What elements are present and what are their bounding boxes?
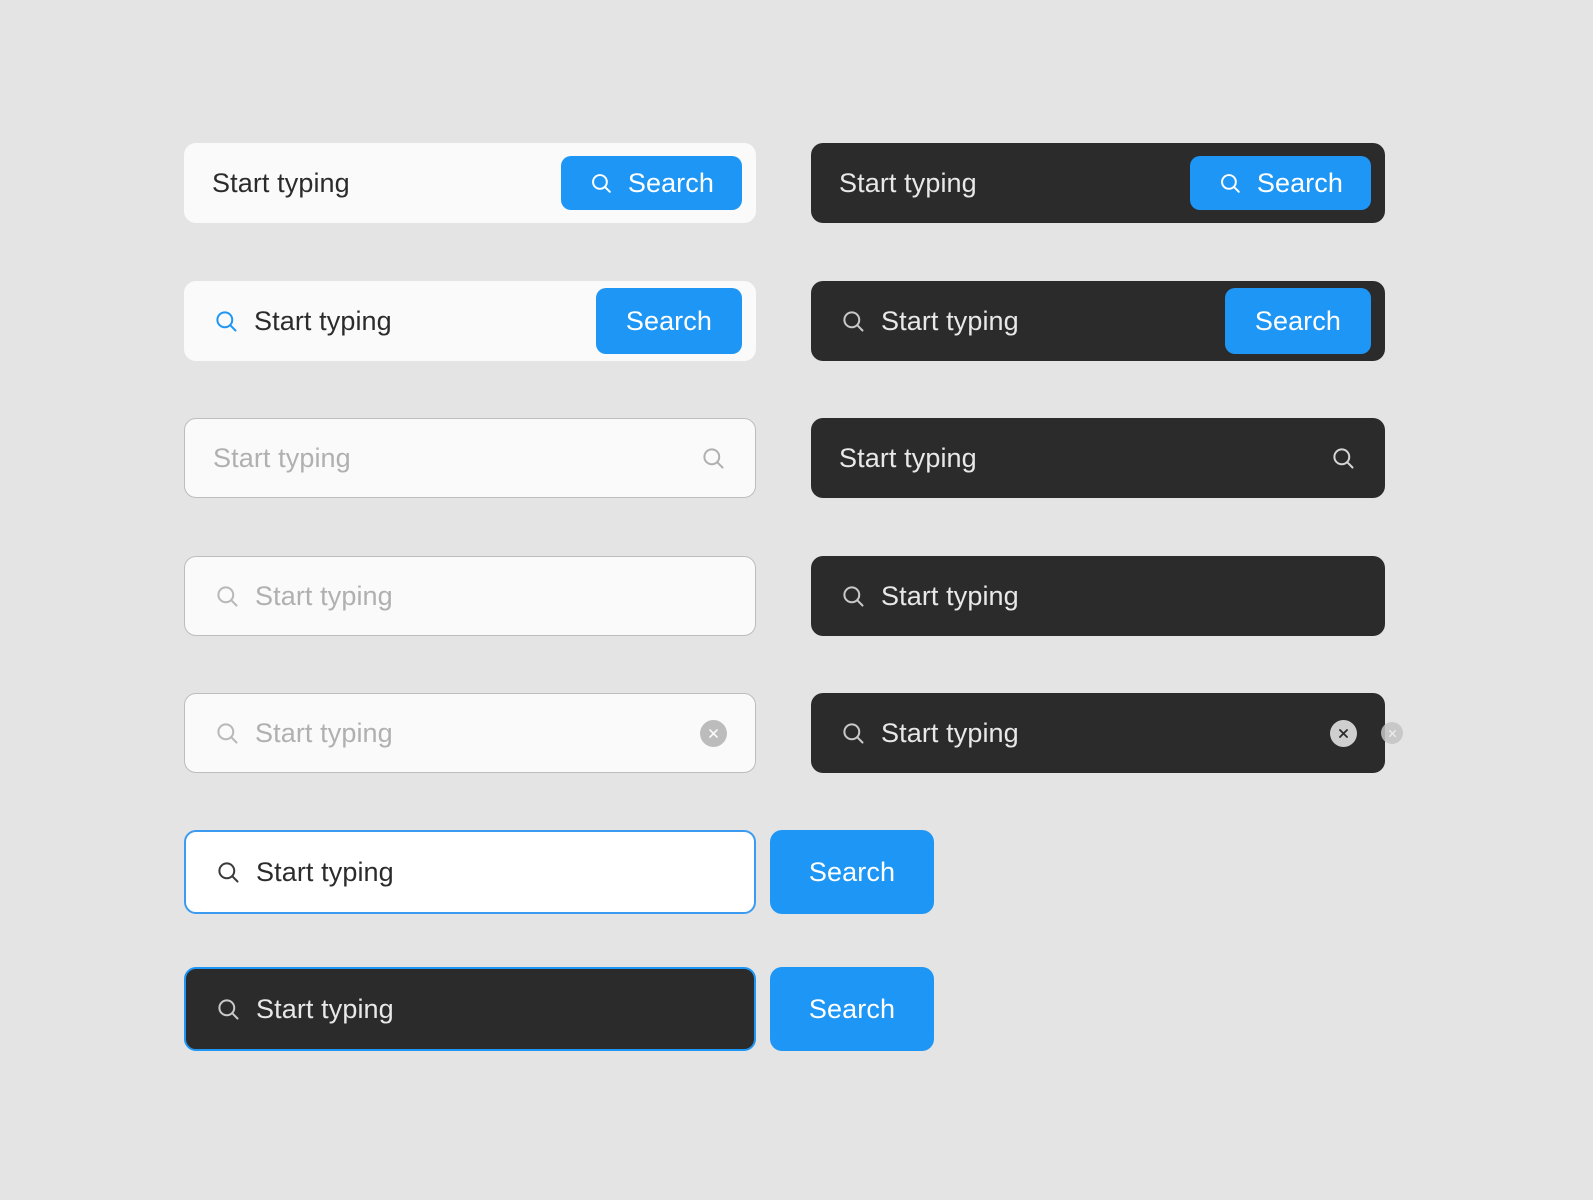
searchbar-focused-dark[interactable]: Start typing: [184, 967, 756, 1051]
searchbar-dark-clearable[interactable]: Start typing: [811, 693, 1385, 773]
search-input-value[interactable]: Start typing: [881, 306, 1019, 337]
search-icon: [839, 719, 867, 747]
search-button-label: Search: [808, 856, 896, 887]
search-input-value[interactable]: Start typing: [184, 168, 350, 199]
searchbar-outlined-light-clearable[interactable]: Start typing: [184, 693, 756, 773]
search-input-value[interactable]: Start typing: [256, 994, 394, 1025]
search-icon: [1218, 171, 1243, 196]
search-button-label: Search: [808, 993, 896, 1024]
searchbar-leading-icon-dark-button-edge[interactable]: Start typing Search: [811, 281, 1385, 361]
search-icon: [213, 582, 241, 610]
search-button-label: Search: [625, 305, 712, 336]
search-button[interactable]: Search: [770, 967, 934, 1051]
clear-icon[interactable]: [1330, 719, 1357, 747]
search-input-value[interactable]: Start typing: [811, 443, 977, 474]
search-button-label: Search: [1256, 167, 1343, 198]
searchbar-outlined-light-trailing-icon[interactable]: Start typing: [184, 418, 756, 498]
search-button[interactable]: Search: [560, 156, 742, 210]
search-button-label: Search: [1254, 305, 1341, 336]
searchbar-filled-light-button-inline[interactable]: Start typing Search: [184, 143, 756, 223]
search-button-label: Search: [627, 167, 714, 198]
searchbar-leading-icon-light-button-edge[interactable]: Start typing Search: [184, 281, 756, 361]
search-input-placeholder[interactable]: Start typing: [255, 581, 393, 612]
search-icon: [589, 171, 614, 196]
search-input-placeholder[interactable]: Start typing: [255, 718, 393, 749]
search-icon: [214, 858, 242, 886]
searchbar-outlined-light-leading-icon[interactable]: Start typing: [184, 556, 756, 636]
clear-icon-detached[interactable]: [1381, 722, 1403, 744]
search-icon: [213, 719, 241, 747]
search-input-value[interactable]: Start typing: [881, 581, 1019, 612]
searchbar-dark-leading-icon[interactable]: Start typing: [811, 556, 1385, 636]
search-input-value[interactable]: Start typing: [254, 306, 392, 337]
search-bar-component-sheet: Start typing Search Start typing Search: [0, 0, 1593, 1200]
search-icon[interactable]: [1329, 444, 1357, 472]
search-button[interactable]: Search: [1189, 156, 1371, 210]
searchbar-dark-trailing-icon[interactable]: Start typing: [811, 418, 1385, 498]
search-icon: [839, 582, 867, 610]
searchbar-focused-light[interactable]: Start typing: [184, 830, 756, 914]
search-icon: [214, 995, 242, 1023]
search-icon[interactable]: [699, 444, 727, 472]
searchbar-filled-dark-button-inline[interactable]: Start typing Search: [811, 143, 1385, 223]
search-input-value[interactable]: Start typing: [811, 168, 977, 199]
search-input-value[interactable]: Start typing: [881, 718, 1019, 749]
search-input-placeholder[interactable]: Start typing: [185, 443, 351, 474]
search-button[interactable]: Search: [595, 288, 742, 354]
search-icon: [839, 307, 867, 335]
search-button[interactable]: Search: [770, 830, 934, 914]
search-button[interactable]: Search: [1224, 288, 1371, 354]
clear-icon[interactable]: [700, 719, 727, 747]
search-icon: [212, 307, 240, 335]
search-input-value[interactable]: Start typing: [256, 857, 394, 888]
